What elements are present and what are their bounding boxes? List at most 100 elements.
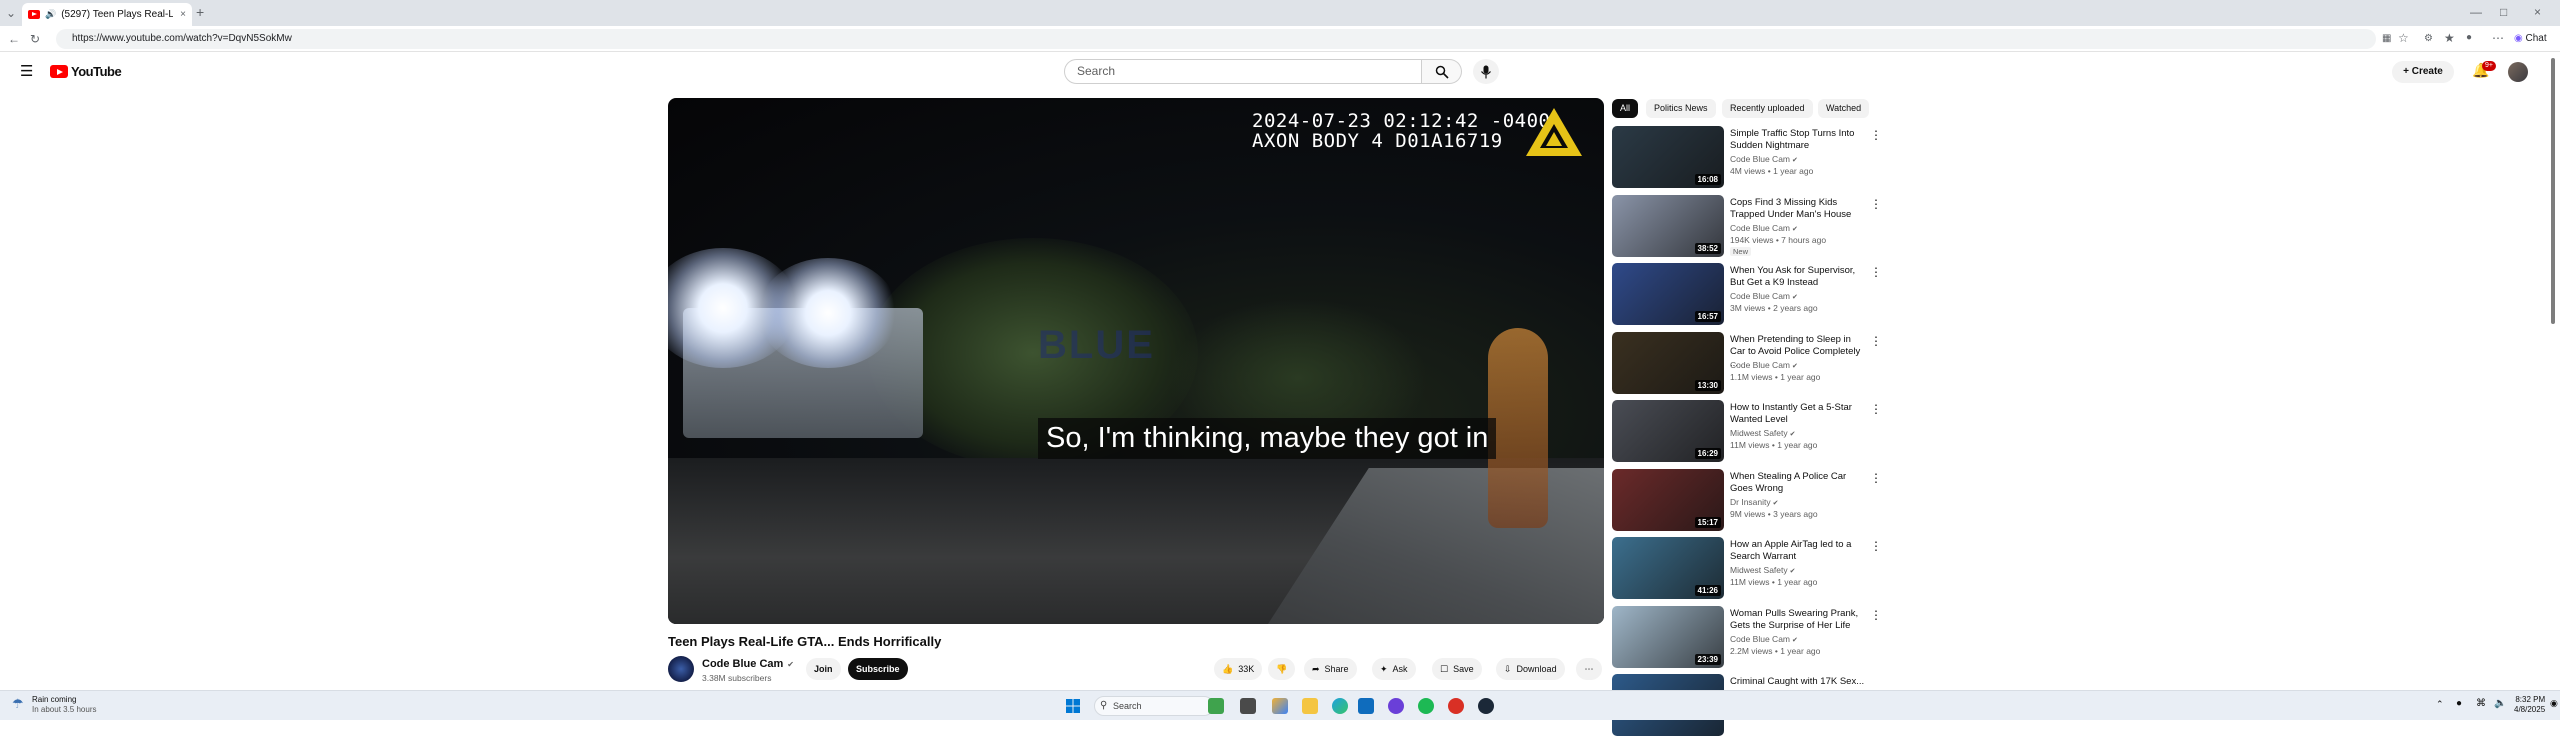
more-vertical-icon[interactable]: ⋮ (1870, 608, 1882, 622)
copilot-chat-button[interactable]: ◉ Chat (2514, 32, 2547, 46)
recommendation-title[interactable]: When You Ask for Supervisor, But Get a K… (1730, 265, 1866, 289)
spotify-icon[interactable] (1418, 698, 1434, 714)
recommendation-thumbnail[interactable]: 16:57 (1612, 263, 1724, 325)
file-explorer-icon[interactable] (1302, 698, 1318, 714)
reload-icon[interactable]: ↻ (30, 32, 40, 46)
chrome-icon[interactable] (1448, 698, 1464, 714)
more-vertical-icon[interactable]: ⋮ (1870, 334, 1882, 348)
save-button[interactable]: ☐ Save (1432, 658, 1482, 680)
volume-icon[interactable]: 🔈 (2494, 698, 2506, 709)
voice-search-button[interactable] (1473, 59, 1499, 84)
recommendation-title[interactable]: Criminal Caught with 17K Sex... (1730, 676, 1866, 688)
recommendation-title[interactable]: Simple Traffic Stop Turns Into Sudden Ni… (1730, 128, 1866, 152)
profile-icon[interactable]: ● (2466, 31, 2472, 45)
edge-browser-icon[interactable] (1332, 698, 1348, 714)
copilot-app-icon[interactable] (1272, 698, 1288, 714)
tray-chevron-icon[interactable]: ⌃ (2436, 699, 2444, 710)
more-vertical-icon[interactable]: ⋮ (1870, 539, 1882, 553)
wifi-icon[interactable]: ⌘ (2476, 698, 2486, 709)
recommendation-item[interactable]: 16:57 When You Ask for Supervisor, But Ge… (1612, 263, 1882, 329)
browser-tab-active[interactable]: 🔊 (5297) Teen Plays Real-Life G... × (22, 3, 192, 26)
recommendation-thumbnail[interactable]: 41:26 (1612, 537, 1724, 599)
chip-recently-uploaded[interactable]: Recently uploaded (1722, 99, 1813, 118)
tray-app-icon[interactable]: ● (2456, 698, 2462, 709)
recommendation-item[interactable]: 23:39 Woman Pulls Swearing Prank, Gets th… (1612, 606, 1882, 672)
more-vertical-icon[interactable]: ⋮ (1870, 265, 1882, 279)
recommendation-item[interactable]: 15:17 When Stealing A Police Car Goes Wro… (1612, 469, 1882, 535)
audio-icon[interactable]: 🔊 (45, 9, 56, 20)
chip-politics-news[interactable]: Politics News (1646, 99, 1716, 118)
recommendation-channel[interactable]: Midwest Safety ✔ (1730, 428, 1795, 438)
windows-start-icon[interactable] (1066, 699, 1080, 713)
recommendation-channel[interactable]: Code Blue Cam ✔ (1730, 291, 1798, 301)
recommendation-title[interactable]: How an Apple AirTag led to a Search Warr… (1730, 539, 1866, 563)
close-window-icon[interactable]: × (2534, 5, 2541, 19)
share-button[interactable]: ➦ Share (1304, 658, 1357, 680)
subscribe-button[interactable]: Subscribe (848, 658, 908, 680)
join-button[interactable]: Join (806, 658, 841, 680)
weather-icon[interactable]: ☂ (12, 696, 24, 712)
recommendation-thumbnail[interactable]: 23:39 (1612, 606, 1724, 668)
reader-icon[interactable]: ▦ (2382, 32, 2391, 46)
recommendation-item[interactable]: 41:26 How an Apple AirTag led to a Search… (1612, 537, 1882, 603)
recommendation-title[interactable]: Woman Pulls Swearing Prank, Gets the Sur… (1730, 608, 1866, 632)
close-tab-icon[interactable]: × (180, 9, 186, 20)
more-vertical-icon[interactable]: ⋮ (1870, 471, 1882, 485)
task-view-icon[interactable] (1240, 698, 1256, 714)
minimize-icon[interactable]: — (2470, 5, 2482, 19)
store-icon[interactable] (1358, 698, 1374, 714)
recommendation-thumbnail[interactable]: 15:17 (1612, 469, 1724, 531)
download-button[interactable]: ⇩ Download (1496, 658, 1565, 680)
recommendation-item[interactable]: 13:30 When Pretending to Sleep in Car to … (1612, 332, 1882, 398)
channel-avatar[interactable] (668, 656, 694, 682)
recommendation-thumbnail[interactable]: 16:08 (1612, 126, 1724, 188)
favorites-icon[interactable]: ★ (2444, 31, 2455, 45)
new-tab-button[interactable]: + (196, 5, 204, 19)
recommendation-thumbnail[interactable]: 16:29 (1612, 400, 1724, 462)
page-scrollbar[interactable] (2551, 58, 2555, 324)
youtube-logo[interactable]: YouTube (50, 64, 122, 79)
more-vertical-icon[interactable]: ⋮ (1870, 197, 1882, 211)
like-button[interactable]: 👍 33K (1214, 658, 1263, 680)
channel-name-row[interactable]: Code Blue Cam ✔ (702, 658, 794, 670)
recommendation-title[interactable]: How to Instantly Get a 5-Star Wanted Lev… (1730, 402, 1866, 426)
more-icon[interactable]: ⋯ (2492, 31, 2504, 45)
dislike-button[interactable]: 👎 (1268, 658, 1296, 680)
recommendation-item[interactable]: 16:29 How to Instantly Get a 5-Star Wante… (1612, 400, 1882, 466)
more-vertical-icon[interactable]: ⋮ (1870, 402, 1882, 416)
weather-widget[interactable]: Rain coming In about 3.5 hours (32, 695, 97, 715)
taskbar-app-icon[interactable] (1208, 698, 1224, 714)
extensions-icon[interactable]: ⚙ (2424, 32, 2433, 46)
search-button[interactable] (1422, 59, 1462, 84)
more-vertical-icon[interactable]: ⋮ (1870, 128, 1882, 142)
create-button[interactable]: + Create (2392, 61, 2454, 83)
chip-watched[interactable]: Watched (1818, 99, 1870, 118)
menu-hamburger-icon[interactable]: ☰ (20, 62, 33, 80)
teams-icon[interactable] (1388, 698, 1404, 714)
recommendation-channel[interactable]: Code Blue Cam ✔ (1730, 634, 1798, 644)
recommendation-channel[interactable]: Dr Insanity ✔ (1730, 497, 1778, 507)
taskbar-clock[interactable]: 8:32 PM 4/8/2025 (2514, 695, 2545, 715)
notification-center-icon[interactable]: ◉ (2550, 698, 2558, 709)
back-icon[interactable]: ← (8, 32, 20, 46)
tab-list-icon[interactable]: ⌄ (6, 6, 16, 20)
recommendation-channel[interactable]: Code Blue Cam ✔ (1730, 360, 1798, 370)
recommendation-thumbnail[interactable]: 38:52 (1612, 195, 1724, 257)
recommendation-item[interactable]: 38:52 Cops Find 3 Missing Kids Trapped Un… (1612, 195, 1882, 261)
favorite-star-icon[interactable]: ☆ (2398, 31, 2409, 45)
taskbar-search[interactable]: ⚲ Search (1094, 696, 1214, 716)
chip-all[interactable]: All (1612, 99, 1639, 118)
recommendation-channel[interactable]: Code Blue Cam ✔ (1730, 154, 1798, 164)
recommendation-channel[interactable]: Midwest Safety ✔ (1730, 565, 1795, 575)
maximize-icon[interactable]: □ (2500, 5, 2507, 19)
recommendation-title[interactable]: Cops Find 3 Missing Kids Trapped Under M… (1730, 197, 1866, 221)
account-avatar[interactable] (2508, 62, 2528, 82)
ask-button[interactable]: ✦ Ask (1372, 658, 1416, 680)
recommendation-thumbnail[interactable]: 13:30 (1612, 332, 1724, 394)
steam-icon[interactable] (1478, 698, 1494, 714)
recommendation-channel[interactable]: Code Blue Cam ✔ (1730, 223, 1798, 233)
recommendation-item[interactable]: 16:08 Simple Traffic Stop Turns Into Sudd… (1612, 126, 1882, 192)
search-input[interactable]: Search (1064, 59, 1422, 84)
video-player[interactable]: BLUE 2024-07-23 02:12:42 -0400 AXON BODY… (668, 98, 1604, 624)
address-bar[interactable]: https://www.youtube.com/watch?v=DqvN5Sok… (56, 29, 2376, 49)
